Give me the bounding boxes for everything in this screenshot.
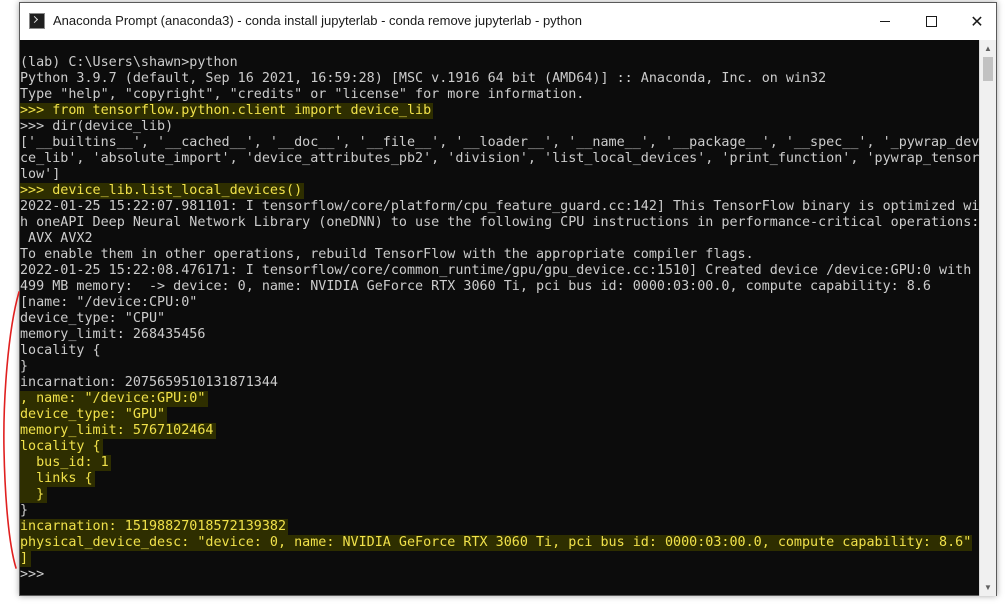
console-line: bus_id: 1 bbox=[20, 455, 109, 470]
maximize-button[interactable] bbox=[908, 3, 954, 40]
close-button[interactable]: ✕ bbox=[954, 3, 1000, 40]
minimize-button[interactable] bbox=[862, 3, 908, 40]
close-icon: ✕ bbox=[970, 11, 984, 31]
scroll-up-arrow-icon[interactable]: ▲ bbox=[980, 40, 996, 57]
scrollbar-thumb[interactable] bbox=[983, 57, 993, 81]
terminal-window[interactable]: Anaconda Prompt (anaconda3) - conda inst… bbox=[19, 2, 997, 596]
console-line: ] bbox=[20, 551, 29, 566]
console-line: 499 MB memory: -> device: 0, name: NVIDI… bbox=[20, 279, 931, 294]
console-line: >>> bbox=[20, 567, 45, 582]
console-line: locality { bbox=[20, 439, 101, 454]
console-line: Type "help", "copyright", "credits" or "… bbox=[20, 87, 585, 102]
console-line: low'] bbox=[20, 167, 61, 182]
console-line: } bbox=[20, 359, 29, 374]
console-line: 2022-01-25 15:22:07.981101: I tensorflow… bbox=[20, 199, 980, 214]
console-line: AVX AVX2 bbox=[20, 231, 93, 246]
console-line: h oneAPI Deep Neural Network Library (on… bbox=[20, 215, 980, 230]
console-line: } bbox=[20, 503, 29, 518]
window-title: Anaconda Prompt (anaconda3) - conda inst… bbox=[53, 13, 582, 28]
console-line: links { bbox=[20, 471, 93, 486]
scroll-down-arrow-icon[interactable]: ▼ bbox=[980, 579, 996, 596]
console-line: ['__builtins__', '__cached__', '__doc__'… bbox=[20, 135, 980, 150]
console-line: (lab) C:\Users\shawn>python bbox=[20, 55, 238, 70]
console-line: Python 3.9.7 (default, Sep 16 2021, 16:5… bbox=[20, 71, 827, 86]
vertical-scrollbar[interactable]: ▲ ▼ bbox=[979, 40, 996, 596]
console-line: } bbox=[20, 487, 45, 502]
console-line: 2022-01-25 15:22:08.476171: I tensorflow… bbox=[20, 263, 980, 278]
console-output[interactable]: (lab) C:\Users\shawn>python Python 3.9.7 … bbox=[20, 40, 980, 596]
terminal-app-icon[interactable] bbox=[29, 13, 45, 29]
console-line: memory_limit: 5767102464 bbox=[20, 423, 214, 438]
console-line: >>> device_lib.list_local_devices() bbox=[20, 183, 303, 198]
console-line: incarnation: 15198827018572139382 bbox=[20, 519, 287, 534]
console-line: incarnation: 2075659510131871344 bbox=[20, 375, 278, 390]
title-bar[interactable]: Anaconda Prompt (anaconda3) - conda inst… bbox=[20, 3, 996, 40]
console-line: device_type: "GPU" bbox=[20, 407, 166, 422]
minimize-icon bbox=[880, 21, 890, 22]
console-line: [name: "/device:CPU:0" bbox=[20, 295, 198, 310]
console-line: To enable them in other operations, rebu… bbox=[20, 247, 754, 262]
maximize-icon bbox=[925, 16, 937, 27]
console-line: device_type: "CPU" bbox=[20, 311, 166, 326]
console-line: locality { bbox=[20, 343, 101, 358]
console-line: >>> dir(device_lib) bbox=[20, 119, 174, 134]
console-line: ce_lib', 'absolute_import', 'device_attr… bbox=[20, 151, 980, 166]
console-line: >>> from tensorflow.python.client import… bbox=[20, 103, 432, 118]
console-line: physical_device_desc: "device: 0, name: … bbox=[20, 535, 972, 550]
console-line: , name: "/device:GPU:0" bbox=[20, 391, 206, 406]
console-line: memory_limit: 268435456 bbox=[20, 327, 206, 342]
